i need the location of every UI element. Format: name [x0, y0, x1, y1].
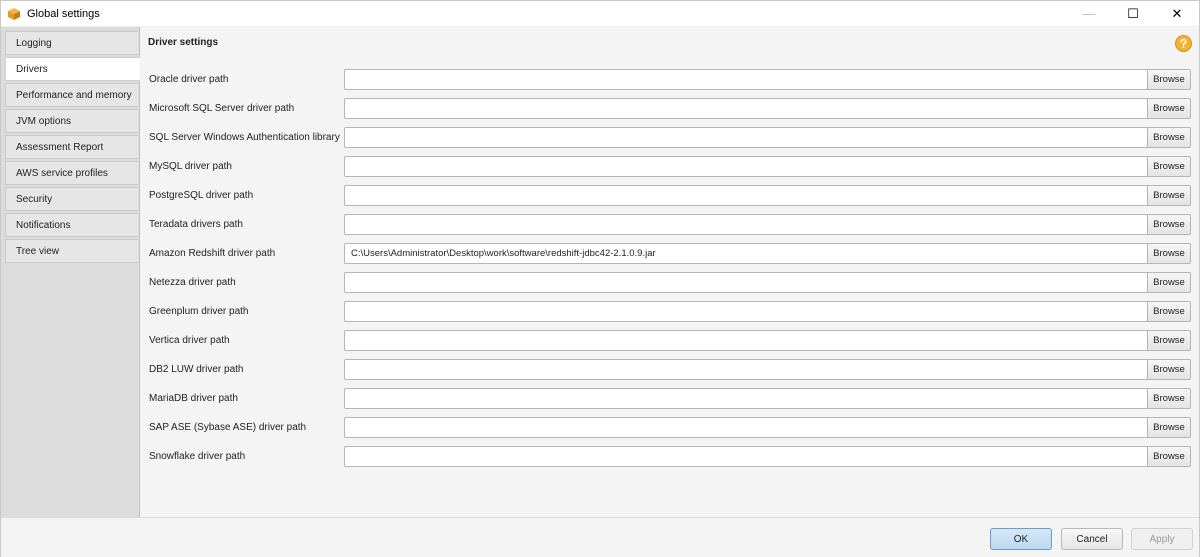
browse-button[interactable]: Browse — [1147, 417, 1191, 438]
driver-row-vertica: Vertica driver path Browse — [141, 330, 1199, 359]
driver-row-mysql: MySQL driver path Browse — [141, 156, 1199, 185]
browse-button[interactable]: Browse — [1147, 156, 1191, 177]
driver-row-mariadb: MariaDB driver path Browse — [141, 388, 1199, 417]
browse-button[interactable]: Browse — [1147, 98, 1191, 119]
driver-settings-panel: Driver settings Oracle driver path Brows… — [141, 27, 1199, 517]
driver-label: MySQL driver path — [149, 161, 232, 172]
mysql-driver-path-input[interactable] — [344, 156, 1148, 177]
driver-row-greenplum: Greenplum driver path Browse — [141, 301, 1199, 330]
browse-button[interactable]: Browse — [1147, 127, 1191, 148]
sidebar-item-tree-view[interactable]: Tree view — [5, 239, 138, 263]
driver-row-sap-ase: SAP ASE (Sybase ASE) driver path Browse — [141, 417, 1199, 446]
browse-button[interactable]: Browse — [1147, 243, 1191, 264]
title-bar[interactable]: Global settings — ☐ ✕ — [1, 1, 1199, 26]
browse-button[interactable]: Browse — [1147, 359, 1191, 380]
browse-button[interactable]: Browse — [1147, 185, 1191, 206]
cancel-button[interactable]: Cancel — [1061, 528, 1123, 550]
driver-label: Microsoft SQL Server driver path — [149, 103, 295, 114]
oracle-driver-path-input[interactable] — [344, 69, 1148, 90]
ok-button[interactable]: OK — [990, 528, 1052, 550]
browse-button[interactable]: Browse — [1147, 214, 1191, 235]
driver-row-netezza: Netezza driver path Browse — [141, 272, 1199, 301]
driver-label: Oracle driver path — [149, 74, 229, 85]
global-settings-window: Global settings — ☐ ✕ Logging Drivers Pe… — [0, 0, 1200, 557]
driver-label: Vertica driver path — [149, 335, 230, 346]
browse-button[interactable]: Browse — [1147, 69, 1191, 90]
minimize-button[interactable]: — — [1067, 1, 1111, 26]
close-button[interactable]: ✕ — [1155, 1, 1199, 26]
apply-button[interactable]: Apply — [1131, 528, 1193, 550]
driver-label: MariaDB driver path — [149, 393, 238, 404]
app-box-icon — [7, 7, 21, 21]
settings-sidebar: Logging Drivers Performance and memory J… — [1, 27, 140, 517]
driver-row-redshift: Amazon Redshift driver path Browse — [141, 243, 1199, 272]
window-controls: — ☐ ✕ — [1067, 1, 1199, 26]
teradata-drivers-path-input[interactable] — [344, 214, 1148, 235]
mariadb-driver-path-input[interactable] — [344, 388, 1148, 409]
driver-label: Netezza driver path — [149, 277, 236, 288]
driver-label: Amazon Redshift driver path — [149, 248, 276, 259]
driver-row-sqlserver-winauth: SQL Server Windows Authentication librar… — [141, 127, 1199, 156]
maximize-button[interactable]: ☐ — [1111, 1, 1155, 26]
section-title: Driver settings — [148, 37, 219, 48]
sqlserver-winauth-library-input[interactable] — [344, 127, 1148, 148]
netezza-driver-path-input[interactable] — [344, 272, 1148, 293]
browse-button[interactable]: Browse — [1147, 272, 1191, 293]
browse-button[interactable]: Browse — [1147, 388, 1191, 409]
driver-label: Teradata drivers path — [149, 219, 243, 230]
mssql-driver-path-input[interactable] — [344, 98, 1148, 119]
browse-button[interactable]: Browse — [1147, 301, 1191, 322]
greenplum-driver-path-input[interactable] — [344, 301, 1148, 322]
question-icon[interactable] — [1175, 35, 1192, 52]
sidebar-item-logging[interactable]: Logging — [5, 31, 138, 55]
driver-label: PostgreSQL driver path — [149, 190, 254, 201]
driver-label: Snowflake driver path — [149, 451, 246, 462]
vertica-driver-path-input[interactable] — [344, 330, 1148, 351]
sidebar-item-drivers[interactable]: Drivers — [5, 57, 140, 81]
driver-row-teradata: Teradata drivers path Browse — [141, 214, 1199, 243]
driver-label: SQL Server Windows Authentication librar… — [149, 132, 340, 143]
sidebar-item-aws-service-profiles[interactable]: AWS service profiles — [5, 161, 138, 185]
sidebar-item-assessment-report[interactable]: Assessment Report — [5, 135, 138, 159]
window-title: Global settings — [27, 7, 100, 20]
sidebar-item-notifications[interactable]: Notifications — [5, 213, 138, 237]
driver-list: Oracle driver path Browse Microsoft SQL … — [141, 69, 1199, 475]
browse-button[interactable]: Browse — [1147, 446, 1191, 467]
snowflake-driver-path-input[interactable] — [344, 446, 1148, 467]
sidebar-item-jvm-options[interactable]: JVM options — [5, 109, 138, 133]
driver-row-postgresql: PostgreSQL driver path Browse — [141, 185, 1199, 214]
driver-row-mssql: Microsoft SQL Server driver path Browse — [141, 98, 1199, 127]
dialog-footer: OK Cancel Apply — [1, 517, 1199, 557]
driver-row-db2-luw: DB2 LUW driver path Browse — [141, 359, 1199, 388]
db2-luw-driver-path-input[interactable] — [344, 359, 1148, 380]
driver-label: DB2 LUW driver path — [149, 364, 244, 375]
driver-label: SAP ASE (Sybase ASE) driver path — [149, 422, 307, 433]
driver-row-snowflake: Snowflake driver path Browse — [141, 446, 1199, 475]
postgresql-driver-path-input[interactable] — [344, 185, 1148, 206]
driver-label: Greenplum driver path — [149, 306, 249, 317]
sidebar-item-performance-and-memory[interactable]: Performance and memory — [5, 83, 138, 107]
browse-button[interactable]: Browse — [1147, 330, 1191, 351]
redshift-driver-path-input[interactable] — [344, 243, 1148, 264]
driver-row-oracle: Oracle driver path Browse — [141, 69, 1199, 98]
sap-ase-driver-path-input[interactable] — [344, 417, 1148, 438]
sidebar-item-security[interactable]: Security — [5, 187, 138, 211]
